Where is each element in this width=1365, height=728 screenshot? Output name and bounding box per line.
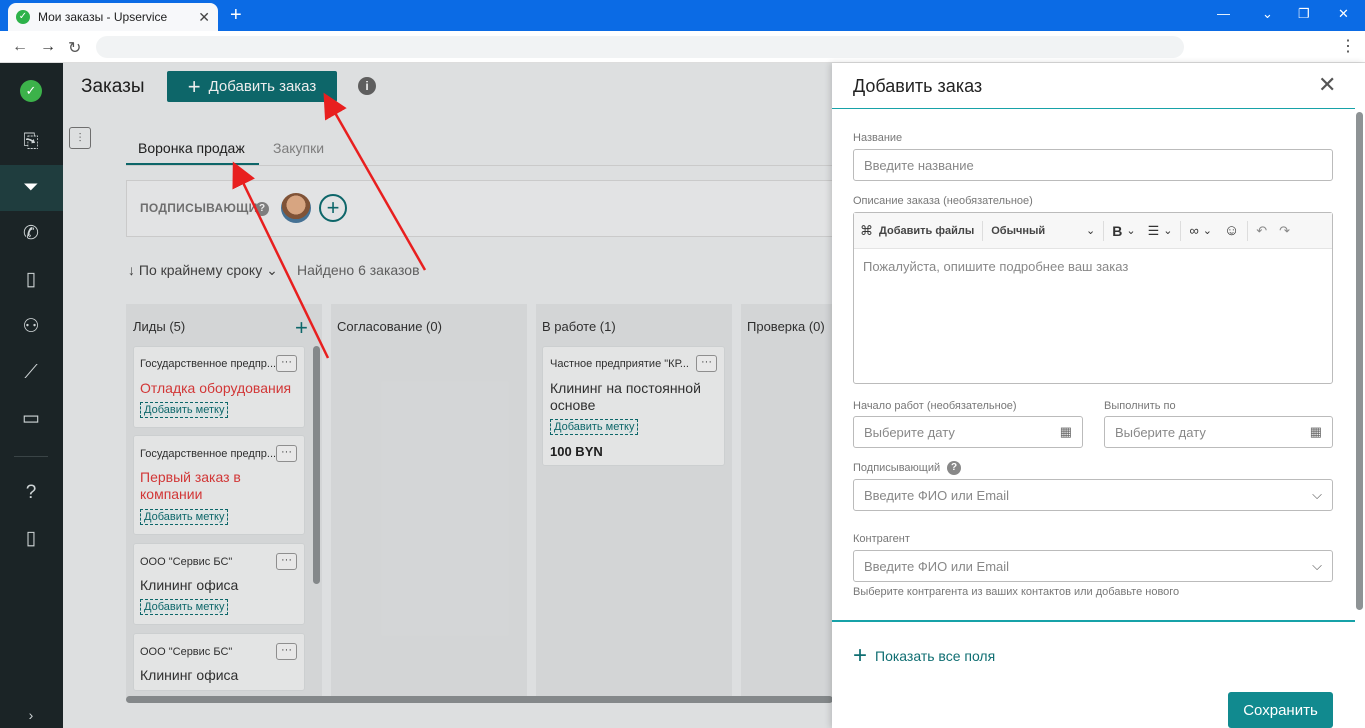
- start-date-input[interactable]: Выберите дату ▦: [853, 416, 1083, 448]
- list-icon: ☰: [1147, 222, 1160, 238]
- toolbar-separator: [982, 220, 984, 241]
- tab-close-icon[interactable]: ✕: [198, 9, 210, 26]
- app-sidebar: [0, 63, 63, 728]
- chevron-down-icon: ⌄: [1163, 225, 1173, 237]
- text-style-value: Обычный: [991, 224, 1046, 237]
- sidebar-divider: [14, 456, 48, 457]
- start-date-label: Начало работ (необязательное): [853, 400, 1017, 412]
- link-button[interactable]: ∞ ⌄: [1183, 223, 1218, 238]
- emoji-button[interactable]: ☺: [1218, 222, 1245, 239]
- calendar-icon: ▦: [1059, 424, 1072, 439]
- forward-icon[interactable]: →: [40, 38, 56, 56]
- maximize-icon[interactable]: ❐: [1298, 6, 1310, 22]
- toolbar-separator: [1247, 220, 1249, 241]
- toolbar-separator: [1103, 220, 1105, 241]
- minimize-down-icon[interactable]: ⌄: [1262, 6, 1273, 22]
- users-icon[interactable]: ⚇: [17, 313, 45, 341]
- browser-tab-title: Мои заказы - Upservice: [38, 10, 168, 24]
- name-label: Название: [853, 132, 903, 144]
- signer-help-icon[interactable]: ?: [947, 461, 961, 475]
- redo-icon: ↷: [1279, 222, 1291, 238]
- help-icon[interactable]: ?: [17, 479, 45, 507]
- funnel-icon[interactable]: ⏷: [17, 174, 45, 202]
- chevron-down-icon: ⌵: [1312, 487, 1322, 502]
- close-window-icon[interactable]: ✕: [1338, 6, 1349, 22]
- plus-icon: +: [853, 642, 868, 669]
- drawer-title: Добавить заказ: [853, 76, 983, 96]
- url-input[interactable]: [96, 36, 1184, 58]
- drawer-footer-divider: [832, 620, 1355, 622]
- favicon-check-icon: ✓: [16, 10, 30, 24]
- browser-menu-icon[interactable]: ⋮: [1340, 36, 1356, 56]
- calendar-icon: ▦: [1309, 424, 1322, 439]
- redo-button[interactable]: ↷: [1273, 223, 1296, 239]
- editor-toolbar: ⌘ Добавить файлы Обычный ⌄ B ⌄ ☰ ⌄ ∞ ⌄ ☺…: [854, 213, 1332, 249]
- list-button[interactable]: ☰ ⌄: [1142, 223, 1179, 239]
- browser-tab[interactable]: ✓ Мои заказы - Upservice ✕: [8, 3, 218, 31]
- contractor-label: Контрагент: [853, 533, 910, 545]
- contractor-select[interactable]: Введите ФИО или Email ⌵: [853, 550, 1333, 582]
- show-all-fields-button[interactable]: + Показать все поля: [853, 642, 996, 669]
- clipboard-icon[interactable]: ⎘: [17, 128, 45, 156]
- chevron-down-icon: ⌄: [1086, 225, 1096, 237]
- undo-icon: ↶: [1256, 222, 1268, 238]
- attach-label: Добавить файлы: [879, 224, 975, 237]
- signer-placeholder: Введите ФИО или Email: [864, 487, 1010, 503]
- drawer-header-divider: [832, 108, 1355, 109]
- paperclip-icon: ⌘: [860, 222, 873, 238]
- show-all-label: Показать все поля: [875, 648, 996, 664]
- signer-select[interactable]: Введите ФИО или Email ⌵: [853, 479, 1333, 511]
- new-tab-button[interactable]: +: [230, 4, 242, 26]
- close-icon[interactable]: ✕: [1318, 72, 1336, 98]
- start-date-placeholder: Выберите дату: [864, 424, 955, 440]
- emoji-icon: ☺: [1223, 222, 1240, 239]
- drawer-scrollbar[interactable]: [1356, 112, 1363, 610]
- chevron-down-icon: ⌄: [1126, 225, 1136, 237]
- book-icon[interactable]: ▯: [17, 266, 45, 294]
- due-date-placeholder: Выберите дату: [1115, 424, 1206, 440]
- overlay-dim: [63, 63, 833, 728]
- phone-icon[interactable]: ✆: [17, 220, 45, 248]
- name-placeholder: Введите название: [864, 157, 974, 173]
- due-date-input[interactable]: Выберите дату ▦: [1104, 416, 1333, 448]
- contractor-placeholder: Введите ФИО или Email: [864, 558, 1010, 574]
- back-icon[interactable]: ←: [12, 38, 28, 56]
- chevron-down-icon: ⌄: [1202, 225, 1212, 237]
- toolbar-separator: [1180, 220, 1182, 241]
- minimize-icon[interactable]: —: [1217, 6, 1230, 21]
- save-button[interactable]: Сохранить: [1228, 692, 1333, 728]
- attach-files-button[interactable]: ⌘ Добавить файлы: [854, 223, 980, 239]
- bold-button[interactable]: B ⌄: [1106, 223, 1141, 239]
- reload-icon[interactable]: ↻: [68, 38, 81, 58]
- signer-label: Подписывающий: [853, 462, 941, 474]
- text-style-select[interactable]: Обычный ⌄: [985, 224, 1101, 238]
- bold-icon: B: [1112, 222, 1123, 239]
- due-date-label: Выполнить по: [1104, 400, 1176, 412]
- description-placeholder: Пожалуйста, опишите подробнее ваш заказ: [863, 259, 1129, 274]
- logo-icon[interactable]: ✓: [20, 80, 42, 102]
- contractor-hint: Выберите контрагента из ваших контактов …: [853, 586, 1180, 598]
- description-label: Описание заказа (необязательное): [853, 195, 1033, 207]
- chart-icon[interactable]: ⟋: [17, 359, 45, 387]
- name-input[interactable]: Введите название: [853, 149, 1333, 181]
- link-icon: ∞: [1189, 223, 1199, 238]
- tablet-icon[interactable]: ▯: [17, 525, 45, 553]
- undo-button[interactable]: ↶: [1250, 223, 1273, 239]
- folder-icon[interactable]: ▭: [17, 405, 45, 433]
- expand-icon[interactable]: ›: [17, 701, 45, 728]
- chevron-down-icon: ⌵: [1312, 558, 1322, 573]
